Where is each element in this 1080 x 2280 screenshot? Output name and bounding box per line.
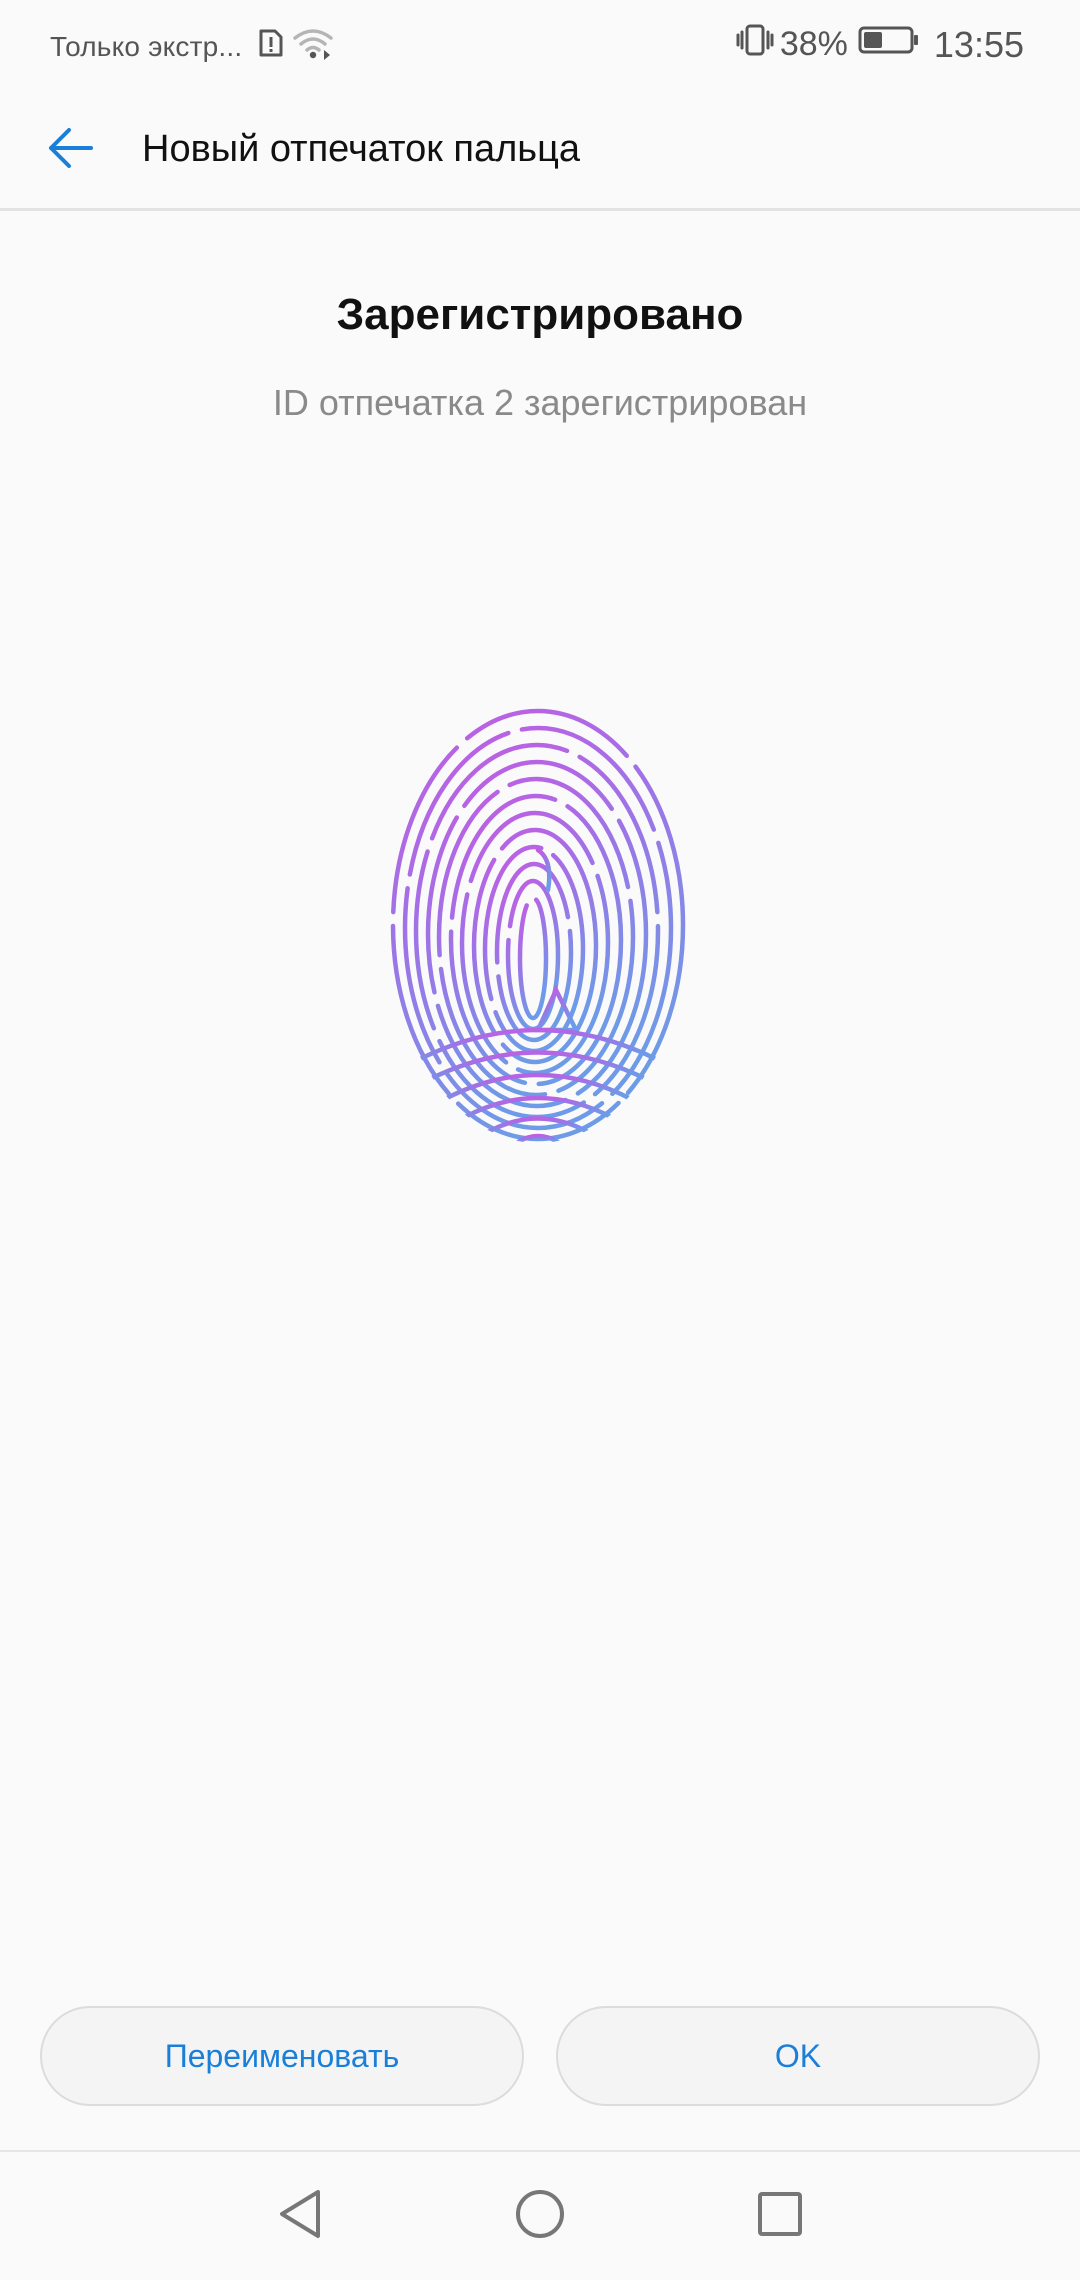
arrow-left-icon — [45, 126, 95, 175]
battery-icon — [858, 25, 920, 64]
nav-recents-button[interactable] — [742, 2178, 818, 2254]
sim-alert-icon — [258, 28, 284, 65]
nav-home-button[interactable] — [502, 2178, 578, 2254]
navigation-bar — [0, 2152, 1080, 2280]
nav-home-icon — [514, 2188, 566, 2245]
ok-button[interactable]: OK — [556, 2006, 1040, 2106]
status-right: 38% 13:55 — [736, 22, 1024, 67]
status-description: ID отпечатка 2 зарегистрирован — [272, 382, 808, 423]
battery-percent: 38% — [779, 25, 848, 63]
wifi-icon — [292, 26, 334, 67]
status-headline: Зарегистрировано — [336, 290, 744, 339]
fingerprint-icon — [388, 700, 688, 1150]
app-bar: Новый отпечаток пальца — [0, 92, 1080, 211]
nav-recents-icon — [756, 2190, 804, 2243]
rename-button[interactable]: Переименовать — [40, 2006, 524, 2106]
back-button[interactable] — [36, 116, 104, 184]
clock: 13:55 — [933, 23, 1024, 65]
nav-back-button[interactable] — [262, 2178, 338, 2254]
nav-back-icon — [276, 2188, 324, 2245]
status-left: Только экстр... — [50, 26, 334, 67]
status-bar: Только экстр... 38% 13:55 — [0, 0, 1080, 92]
page-title: Новый отпечаток пальца — [142, 128, 580, 170]
vibrate-icon — [736, 22, 774, 67]
carrier-label: Только экстр... — [50, 30, 243, 62]
